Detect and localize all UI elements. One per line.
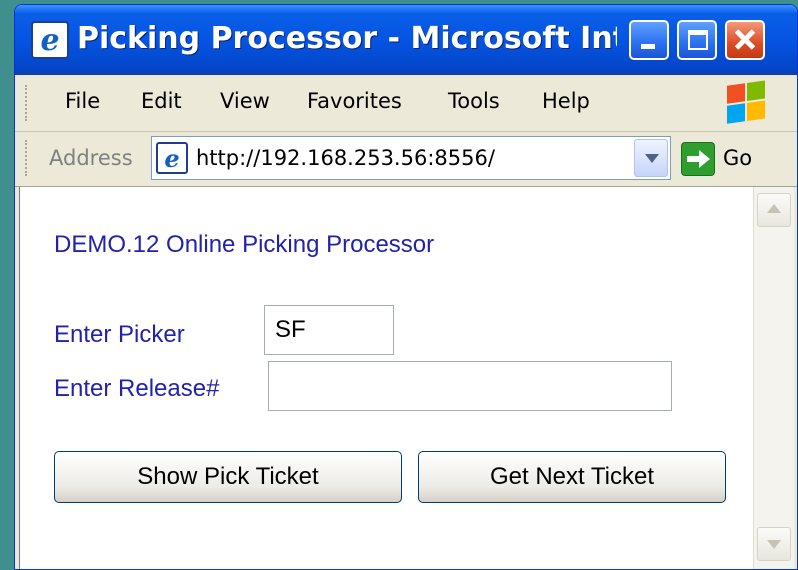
menu-edit[interactable]: Edit — [141, 89, 182, 113]
title-bar[interactable]: e Picking Processor - Microsoft Intern..… — [15, 5, 797, 75]
address-url[interactable]: http://192.168.253.56:8556/ — [196, 146, 495, 170]
browser-window: e Picking Processor - Microsoft Intern..… — [14, 4, 798, 570]
vertical-scrollbar[interactable] — [753, 187, 794, 569]
minimize-icon — [641, 44, 655, 49]
get-next-ticket-button[interactable]: Get Next Ticket — [418, 451, 726, 503]
scroll-up-button[interactable] — [757, 193, 791, 227]
release-label: Enter Release# — [54, 375, 220, 402]
address-label: Address — [49, 146, 133, 170]
scroll-down-button[interactable] — [757, 527, 791, 561]
show-pick-ticket-button[interactable]: Show Pick Ticket — [54, 451, 402, 503]
menu-help[interactable]: Help — [542, 89, 590, 113]
window-title: Picking Processor - Microsoft Intern... — [77, 21, 617, 56]
release-input[interactable] — [268, 361, 672, 411]
picker-input[interactable] — [264, 305, 394, 355]
maximize-button[interactable] — [677, 20, 717, 60]
toolbar-grip[interactable] — [25, 85, 31, 121]
minimize-button[interactable] — [629, 20, 669, 60]
menu-view[interactable]: View — [220, 89, 270, 113]
menu-bar: File Edit View Favorites Tools Help — [15, 75, 797, 132]
address-input[interactable]: e http://192.168.253.56:8556/ — [151, 136, 671, 180]
menu-favorites[interactable]: Favorites — [307, 89, 402, 113]
go-arrow-icon[interactable] — [681, 142, 715, 176]
page-content: DEMO.12 Online Picking Processor Enter P… — [19, 187, 754, 569]
ie-page-icon: e — [156, 142, 188, 174]
close-button[interactable] — [725, 20, 765, 60]
picker-label: Enter Picker — [54, 321, 185, 348]
page-title: DEMO.12 Online Picking Processor — [54, 231, 435, 258]
chevron-down-icon[interactable] — [634, 139, 668, 177]
address-bar: Address e http://192.168.253.56:8556/ Go — [15, 132, 797, 187]
maximize-icon — [688, 30, 708, 50]
close-icon — [727, 22, 763, 58]
menu-tools[interactable]: Tools — [448, 89, 500, 113]
toolbar-grip[interactable] — [25, 140, 31, 176]
menu-file[interactable]: File — [65, 89, 100, 113]
windows-logo-icon — [727, 80, 767, 126]
go-button[interactable]: Go — [723, 146, 752, 170]
ie-icon: e — [31, 21, 69, 59]
